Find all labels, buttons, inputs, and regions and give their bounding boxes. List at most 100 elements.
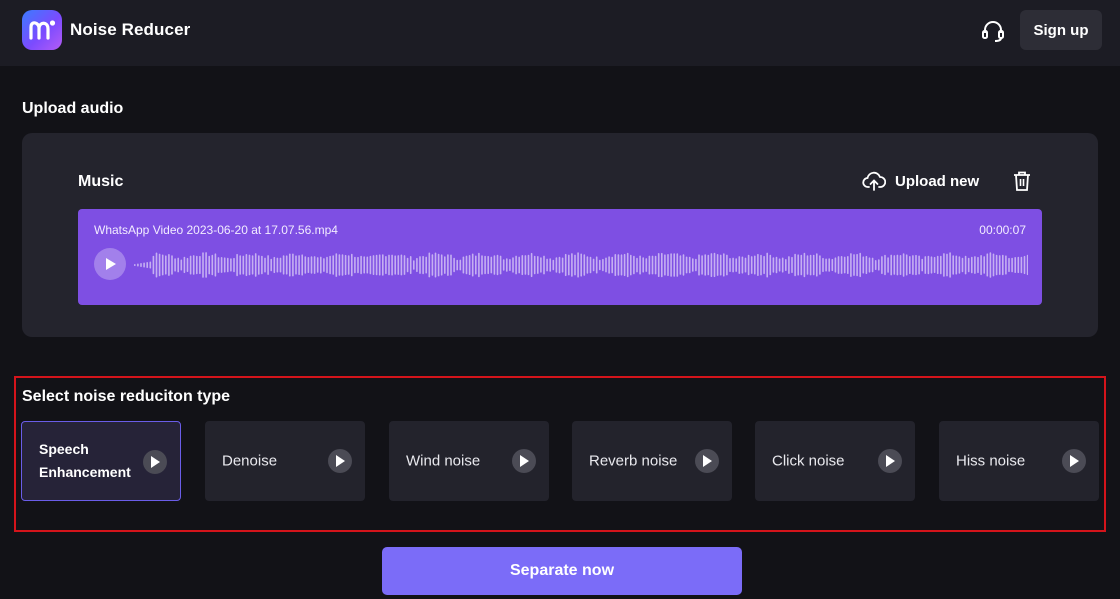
- waveform-bar: [614, 254, 617, 276]
- waveform-bar: [223, 257, 226, 273]
- waveform-bar: [865, 255, 868, 275]
- waveform-bar: [688, 256, 691, 274]
- separate-now-button[interactable]: Separate now: [382, 547, 742, 595]
- waveform-bar: [667, 254, 669, 277]
- waveform-bar: [264, 257, 266, 273]
- waveform-bar: [338, 254, 341, 276]
- waveform-bar: [763, 255, 765, 275]
- play-icon[interactable]: [695, 449, 719, 473]
- waveform-bar: [859, 252, 861, 278]
- waveform-bar: [208, 255, 210, 275]
- waveform-bar: [918, 255, 920, 275]
- waveform-bar: [1026, 254, 1028, 276]
- file-name: WhatsApp Video 2023-06-20 at 17.07.56.mp…: [94, 223, 338, 237]
- waveform-bar: [881, 256, 883, 274]
- waveform-bar: [750, 256, 753, 274]
- waveform-bar: [992, 253, 995, 277]
- waveform-bar: [419, 256, 421, 274]
- waveform-bar: [685, 256, 688, 274]
- waveform-bar: [943, 253, 945, 277]
- top-bar: Noise Reducer Sign up: [0, 0, 1120, 66]
- waveform-bar: [580, 253, 582, 277]
- app-logo-icon[interactable]: [22, 10, 62, 50]
- noise-type-denoise[interactable]: Denoise: [205, 421, 365, 501]
- waveform-bar: [202, 252, 204, 278]
- waveform-bar: [642, 257, 644, 273]
- waveform-bar: [617, 254, 620, 276]
- waveform-bar: [704, 254, 706, 276]
- waveform-bar: [781, 257, 784, 273]
- waveform-bar: [1011, 257, 1013, 273]
- play-icon[interactable]: [512, 449, 536, 473]
- noise-type-label: Denoise: [222, 452, 278, 470]
- waveform-bar: [732, 257, 734, 273]
- waveform-bar: [214, 253, 217, 277]
- waveform-bar: [394, 255, 396, 275]
- play-audio-button[interactable]: [94, 248, 126, 280]
- waveform-bar: [468, 255, 471, 275]
- waveform-bar: [989, 252, 992, 278]
- waveform-bar: [899, 255, 902, 275]
- noise-type-speech-enhancement[interactable]: Speech Enhancement: [21, 421, 181, 501]
- noise-type-hiss-noise[interactable]: Hiss noise: [939, 421, 1099, 501]
- trash-icon[interactable]: [1012, 170, 1032, 197]
- upload-new-button[interactable]: Upload new: [862, 169, 979, 193]
- waveform-bar: [695, 258, 697, 272]
- waveform-bar: [924, 256, 927, 274]
- waveform-bar: [856, 253, 858, 277]
- sign-up-button[interactable]: Sign up: [1020, 10, 1102, 50]
- play-icon[interactable]: [328, 449, 352, 473]
- waveform-bar: [571, 253, 573, 277]
- waveform-bar: [326, 256, 328, 274]
- waveform-bar: [803, 252, 806, 278]
- waveform-bar: [183, 256, 186, 274]
- waveform-bar: [512, 257, 514, 273]
- headset-icon[interactable]: [980, 18, 1006, 44]
- waveform-bar: [388, 254, 390, 276]
- noise-type-reverb-noise[interactable]: Reverb noise: [572, 421, 732, 501]
- waveform-bar: [440, 254, 443, 276]
- waveform-bar: [716, 254, 719, 276]
- waveform-bar: [242, 255, 245, 275]
- waveform-bar: [1008, 257, 1010, 273]
- waveform-bar: [196, 255, 198, 275]
- play-icon: [106, 258, 116, 270]
- waveform-bar: [971, 256, 973, 274]
- waveform-bar: [347, 255, 350, 275]
- waveform-bar: [626, 252, 629, 278]
- play-icon[interactable]: [1062, 449, 1086, 473]
- waveform-bar: [673, 253, 675, 277]
- waveform-bar: [413, 260, 415, 270]
- waveform-bar: [912, 255, 914, 275]
- noise-type-click-noise[interactable]: Click noise: [755, 421, 915, 501]
- waveform-bar: [791, 256, 793, 273]
- waveform-bar: [648, 255, 651, 275]
- waveform-bar: [719, 254, 722, 276]
- waveform-bar: [955, 255, 958, 275]
- waveform-bar: [729, 258, 731, 272]
- waveform-bar: [806, 255, 809, 275]
- waveform-bar: [843, 256, 846, 274]
- waveform-bar: [757, 253, 759, 276]
- play-icon[interactable]: [143, 450, 167, 474]
- waveform[interactable]: [134, 249, 1028, 281]
- waveform-bar: [521, 255, 524, 276]
- waveform-bar: [878, 259, 880, 271]
- waveform-bar: [502, 259, 505, 271]
- waveform-bar: [707, 254, 710, 276]
- waveform-bar: [161, 254, 164, 276]
- waveform-bar: [453, 257, 455, 273]
- noise-type-wind-noise[interactable]: Wind noise: [389, 421, 549, 501]
- waveform-bar: [270, 258, 272, 272]
- waveform-bar: [676, 253, 679, 277]
- waveform-bar: [236, 253, 238, 277]
- waveform-bar: [958, 256, 961, 274]
- waveform-bar: [936, 255, 939, 275]
- play-icon[interactable]: [878, 449, 902, 473]
- waveform-bar: [540, 257, 542, 273]
- waveform-bar: [760, 254, 762, 276]
- waveform-bar: [431, 254, 434, 276]
- waveform-bar: [205, 252, 207, 278]
- waveform-bar: [738, 256, 741, 274]
- waveform-bar: [726, 254, 728, 276]
